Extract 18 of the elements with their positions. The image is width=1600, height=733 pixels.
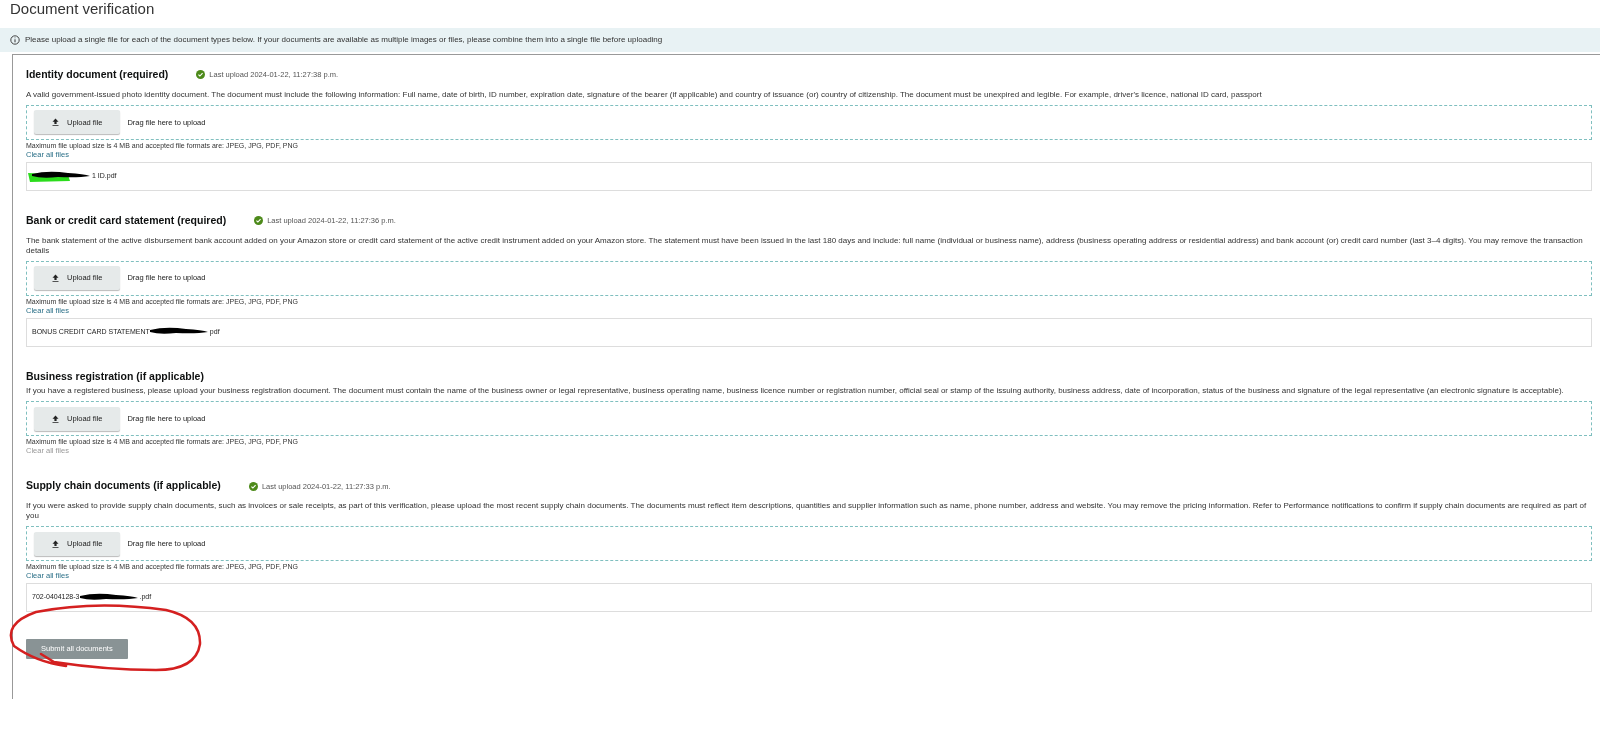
section-description: The bank statement of the active disbursement bank account added on your Amazon store or credit card statement of the active credit instrument added on your Amazon store. The statement must have been issued in the last 180 days and include: full name (individual or business name), address (business operating address or residential address) and bank account (or) credit card number (last 3–4 digits). You may remove the transaction details [26,235,1584,256]
banner-text: Please upload a single file for each of the document types below. If your documents are available as multiple images or files, please combine them into a single file before uploading [25,34,663,46]
upload-icon [52,414,59,423]
check-icon [248,481,258,491]
upload-icon [52,118,59,127]
section-description: If you have a registered business, please upload your business registration document. The document must contain the name of the business owner or legal representative, business operating name, business licence number or registration number, official seal or stamp of the issuing authority, business address, date of incorporation, status of the business and signature of the legal representative (an electronic signature is acceptable). [26,386,1565,397]
page-title: Document verification [10,0,156,18]
upload-icon [52,539,59,548]
section-title: Bank or credit card statement (required) [26,212,227,228]
section-description: If you were asked to provide supply chain documents, such as invoices or sale receipts, as part of this verification, please upload the most recent supply chain documents. The documents must reflect item descriptions, quantities and supplier information such as name, phone number, address and website. You may remove the pricing information. Refer to Performance notifications to confirm if supply chain documents are required as part of you [26,501,1588,521]
info-icon [10,35,20,45]
section-description: A valid government-issued photo identity document. The document must include the following information: Full name, date of birth, ID number, expiration date, signature of the bearer (if applicable) and country of issuance (or) country of citizenship. The document must be unexpired and legible. For example, driver's licence, national ID card, passport [26,89,1263,100]
check-icon [196,70,206,80]
section-title: Supply chain documents (if applicable) [26,478,221,494]
section-title: Identity document (required) [26,67,169,82]
check-icon [254,216,264,226]
upload-icon [52,274,59,282]
section-title: Business registration (if applicable) [26,368,204,384]
